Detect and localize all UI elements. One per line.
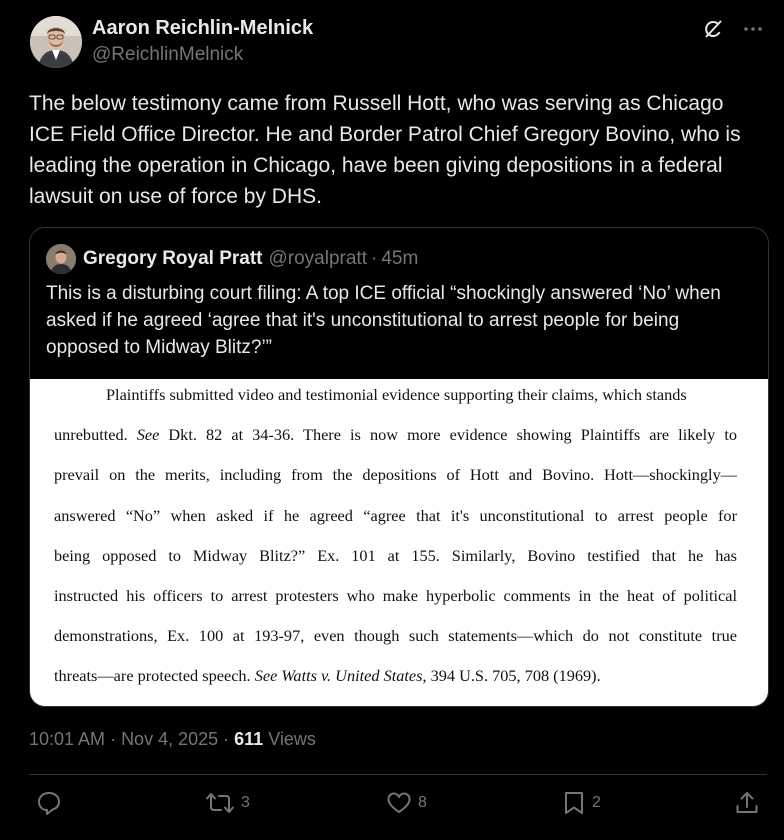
author-name[interactable]: Aaron Reichlin-Melnick [92, 17, 313, 40]
views-count: 611 [234, 729, 264, 749]
action-bar: 3 8 2 [0, 790, 784, 824]
quote-header: Gregory Royal Pratt @royalpratt · 45m [46, 244, 418, 274]
quote-author-avatar [46, 244, 76, 274]
document-line: answered “No” when asked if he agreed “a… [54, 506, 737, 525]
tweet-text: The below testimony came from Russell Ho… [29, 92, 741, 208]
quote-text: This is a disturbing court filing: A top… [46, 283, 721, 358]
like-count: 8 [418, 794, 427, 811]
divider [29, 774, 767, 775]
quote-tweet-card[interactable]: Gregory Royal Pratt @royalpratt · 45m Th… [29, 227, 769, 707]
document-line: demonstrations, Ex. 100 at 193-97, even … [54, 626, 737, 645]
like-icon [387, 792, 411, 813]
views-label: Views [263, 729, 316, 749]
meta-separator: · [218, 729, 235, 749]
document-line: prevail on the merits, including from th… [54, 465, 737, 484]
quote-separator: · [371, 248, 378, 269]
reply-icon [38, 792, 60, 815]
bookmark-icon [565, 792, 583, 814]
like-button[interactable]: 8 [386, 790, 427, 816]
grok-icon[interactable] [702, 18, 724, 40]
tweet-meta: 10:01 AM · Nov 4, 2025 · 611 Views [29, 729, 316, 750]
author-avatar[interactable] [30, 16, 82, 68]
document-line: threats—are protected speech. See Watts … [54, 666, 601, 685]
author-handle[interactable]: @ReichlinMelnick [92, 44, 243, 66]
repost-icon [206, 793, 234, 813]
document-line: being opposed to Midway Blitz?” Ex. 101 … [54, 546, 737, 565]
share-icon [736, 792, 758, 813]
document-line: unrebutted. See Dkt. 82 at 34-36. There … [54, 425, 737, 444]
repost-count: 3 [241, 794, 250, 811]
document-line: Plaintiffs submitted video and testimoni… [106, 385, 687, 404]
bookmark-count: 2 [592, 794, 601, 811]
quote-timestamp: 45m [381, 248, 419, 269]
quote-author-name: Gregory Royal Pratt [83, 248, 263, 269]
repost-button[interactable]: 3 [205, 790, 250, 816]
share-button[interactable] [734, 790, 760, 816]
meta-separator: · [105, 729, 122, 749]
document-line: instructed his officers to arrest protes… [54, 586, 737, 605]
bookmark-button[interactable]: 2 [562, 790, 601, 816]
more-icon[interactable] [742, 18, 764, 40]
quote-author-handle: @royalpratt [268, 248, 368, 269]
tweet-date[interactable]: Nov 4, 2025 [121, 729, 218, 749]
author-avatar-image [30, 16, 82, 68]
tweet-time[interactable]: 10:01 AM [29, 729, 105, 749]
court-filing-image[interactable]: Plaintiffs submitted video and testimoni… [30, 379, 768, 706]
reply-button[interactable] [36, 790, 68, 816]
